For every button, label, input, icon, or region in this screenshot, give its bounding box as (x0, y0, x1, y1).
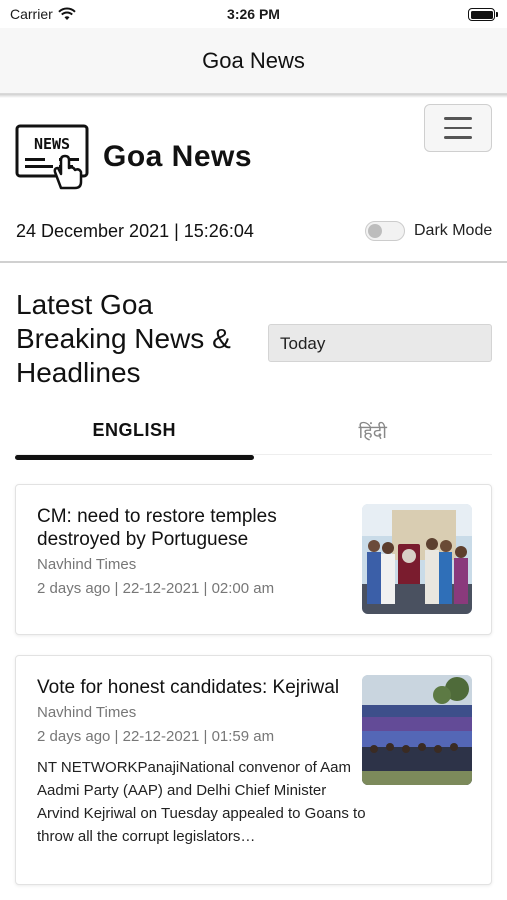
menu-icon-line (444, 117, 472, 120)
article-meta: 2 days ago | 22-12-2021 | 02:00 am (37, 580, 275, 597)
news-logo-icon: NEWS (15, 124, 89, 190)
battery-icon (468, 8, 498, 21)
tab-english[interactable]: ENGLISH (15, 405, 254, 454)
active-tab-indicator (15, 455, 254, 460)
article-image (362, 675, 472, 785)
nav-title: Goa News (202, 47, 305, 73)
article-title[interactable]: Vote for honest candidates: Kejriwal (37, 676, 357, 699)
tab-hindi[interactable]: हिंदी (254, 405, 493, 454)
article-meta: 2 days ago | 22-12-2021 | 01:59 am (37, 728, 275, 745)
clock: 3:26 PM (227, 6, 280, 22)
article-card[interactable]: Vote for honest candidates: Kejriwal Nav… (15, 655, 492, 885)
current-datetime: 24 December 2021 | 15:26:04 (16, 221, 254, 241)
header-divider (0, 261, 507, 263)
status-bar: Carrier 3:26 PM (0, 0, 507, 28)
toggle-knob (368, 224, 382, 238)
logo-badge-text: NEWS (34, 135, 70, 153)
dark-mode-toggle[interactable] (365, 221, 405, 241)
article-title[interactable]: CM: need to restore temples destroyed by… (37, 505, 347, 551)
article-thumbnail[interactable] (362, 675, 472, 785)
article-image (362, 504, 472, 614)
hamburger-menu-button[interactable] (424, 104, 492, 152)
dark-mode-label: Dark Mode (414, 222, 493, 239)
logo-text: Goa News (103, 140, 253, 173)
menu-icon-line (444, 126, 472, 130)
site-logo[interactable]: NEWS Goa News (15, 124, 252, 190)
nav-shadow (0, 94, 507, 98)
article-thumbnail[interactable] (362, 504, 472, 614)
article-excerpt: NT NETWORKPanajiNational convenor of Aam… (37, 759, 366, 845)
language-tabs: ENGLISH हिंदी (15, 405, 492, 455)
article-card[interactable]: CM: need to restore temples destroyed by… (15, 484, 492, 635)
menu-icon-line (444, 136, 472, 139)
date-filter-select[interactable]: Today (268, 324, 492, 362)
article-source: Navhind Times (37, 704, 137, 721)
article-source: Navhind Times (37, 556, 137, 573)
navigation-bar: Goa News (0, 28, 507, 94)
section-headline: Latest Goa Breaking News & Headlines (16, 289, 231, 388)
